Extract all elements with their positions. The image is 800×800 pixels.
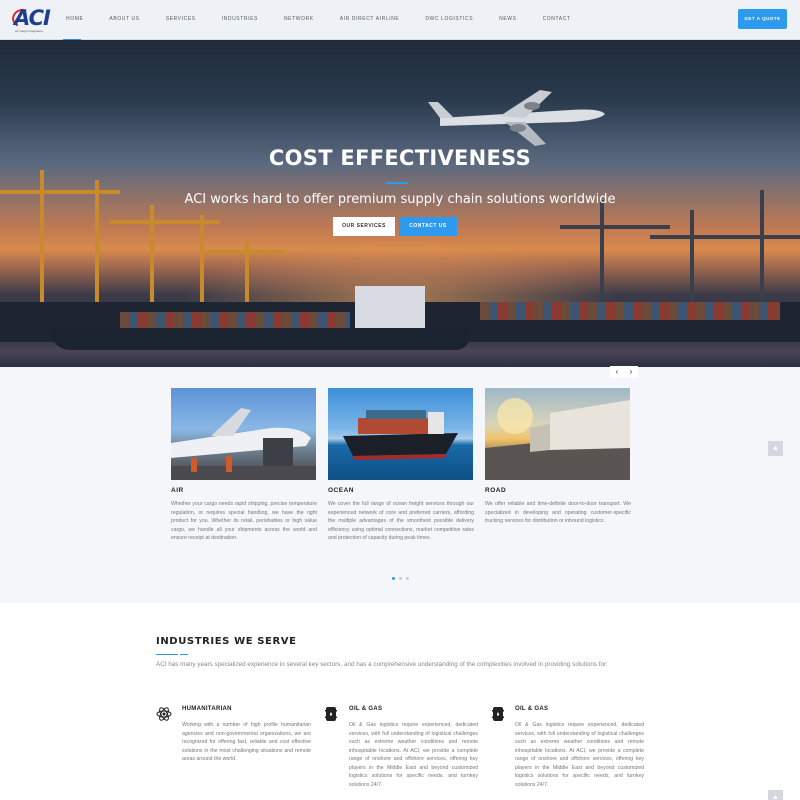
nav-news[interactable]: NEWS — [499, 14, 516, 24]
service-title-ocean: OCEAN — [328, 487, 354, 494]
industry-title-humanitarian: HUMANITARIAN — [182, 706, 232, 712]
service-title-road: ROAD — [485, 487, 507, 494]
service-text-road: We offer reliable and time-definite door… — [485, 501, 631, 524]
nav-about-us[interactable]: ABOUT US — [109, 14, 139, 24]
cargo-plane-icon — [171, 408, 316, 480]
logo[interactable]: ACI Air Cargo Integrators — [9, 6, 51, 33]
site-header: ACI Air Cargo Integrators HOME ABOUT US … — [0, 0, 800, 40]
hero-subtitle: ACI works hard to offer premium supply c… — [184, 192, 616, 207]
nav-network[interactable]: NETWORK — [284, 14, 314, 24]
ship-bridge — [355, 286, 425, 330]
hero-title-underline — [386, 182, 408, 184]
contact-us-button[interactable]: CONTACT US — [399, 217, 457, 236]
slider-next-arrow-icon[interactable]: › — [624, 366, 638, 378]
dock-containers — [480, 302, 780, 320]
industry-title-oil-gas-2: OIL & GAS — [515, 706, 549, 712]
hero-title: COST EFFECTIVENESS — [268, 146, 532, 170]
service-image-air[interactable] — [171, 388, 316, 480]
service-image-ocean[interactable] — [328, 388, 473, 480]
service-title-air: AIR — [171, 487, 184, 494]
industries-intro: ACI has many years specialized experienc… — [156, 661, 608, 668]
carousel-dot[interactable] — [399, 577, 402, 580]
service-image-road[interactable] — [485, 388, 630, 480]
industry-title-oil-gas: OIL & GAS — [349, 706, 383, 712]
nav-contact[interactable]: CONTACT — [543, 14, 571, 24]
scroll-to-top-icon[interactable]: ▲ — [768, 441, 783, 456]
nav-home[interactable]: HOME — [66, 14, 83, 24]
industries-underline — [156, 654, 178, 655]
nav-air-direct-airline[interactable]: AIR DIRECT AIRLINE — [340, 14, 400, 24]
page: ACI Air Cargo Integrators HOME ABOUT US … — [0, 0, 800, 800]
main-nav: HOME ABOUT US SERVICES INDUSTRIES NETWOR… — [60, 14, 597, 24]
crane-arm — [560, 225, 670, 229]
get-a-quote-button[interactable]: GET A QUOTE — [738, 9, 787, 29]
logo-text: ACI — [14, 6, 51, 30]
ship-hull — [50, 328, 470, 350]
service-text-air: Whether your cargo needs rapid shipping,… — [171, 501, 317, 541]
logo-tagline: Air Cargo Integrators — [15, 29, 43, 33]
nav-services[interactable]: SERVICES — [166, 14, 196, 24]
our-services-button[interactable]: OUR SERVICES — [333, 217, 395, 236]
crane — [760, 190, 764, 320]
container-ship-icon — [343, 410, 458, 460]
crane-arm — [205, 250, 285, 254]
nav-industries[interactable]: INDUSTRIES — [222, 14, 258, 24]
industries-heading: INDUSTRIES WE SERVE — [156, 636, 297, 647]
crane-arm — [650, 235, 800, 239]
oil-barrel-icon — [325, 707, 337, 721]
carousel-dot[interactable] — [406, 577, 409, 580]
service-text-ocean: We cover the full range of ocean freight… — [328, 501, 474, 541]
atom-icon — [156, 707, 172, 721]
nav-dwc-logistics[interactable]: DWC LOGISTICS — [425, 14, 473, 24]
carousel-dots — [392, 577, 413, 580]
oil-barrel-icon — [492, 707, 504, 721]
truck-icon — [485, 398, 630, 480]
industry-text-humanitarian: Working with a number of high profile hu… — [182, 722, 311, 762]
airplane-icon — [428, 90, 605, 146]
carousel-dot[interactable] — [392, 577, 395, 580]
industry-text-oil-gas: Oil & Gas logistics require experienced,… — [349, 722, 478, 788]
slider-prev-arrow-icon[interactable]: ‹ — [610, 366, 624, 378]
industries-underline-accent — [180, 654, 188, 655]
crane — [200, 215, 204, 315]
scroll-to-top-icon-2[interactable]: ▲ — [768, 790, 783, 800]
industry-text-oil-gas-2: Oil & Gas logistics require experienced,… — [515, 722, 644, 788]
